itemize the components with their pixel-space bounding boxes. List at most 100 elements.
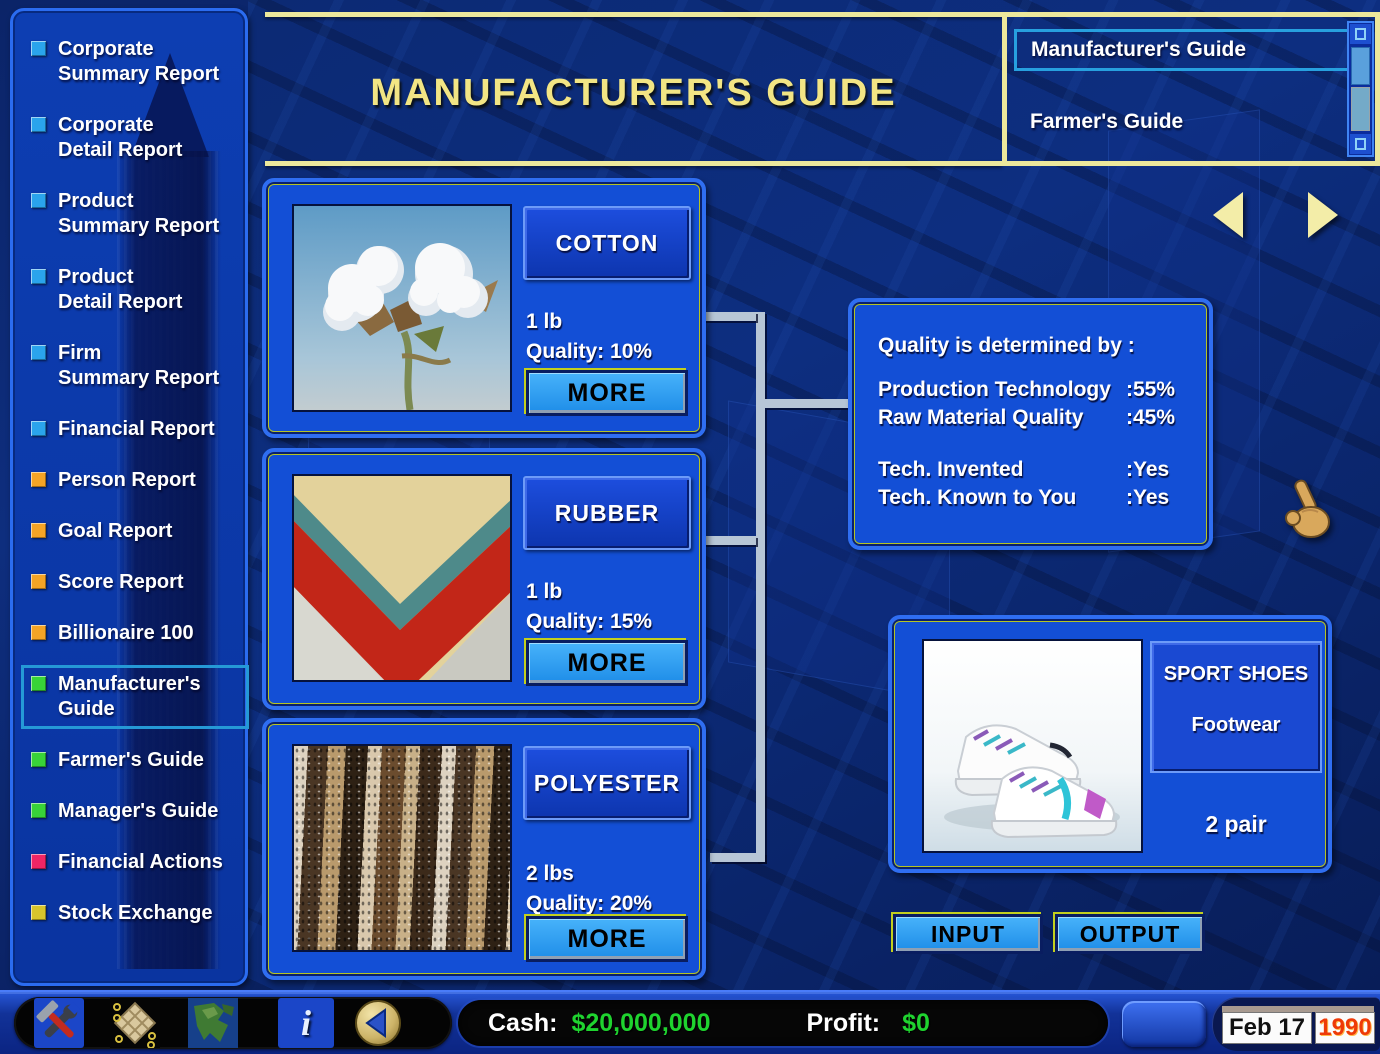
sidebar-item-manufacturers-guide-selected[interactable]: Manufacturer's Guide [21,665,249,729]
sidebar-item-farmers-guide[interactable]: Farmer's Guide [31,748,245,773]
more-button-label: MORE [568,379,647,408]
material-name-label: COTTON [556,230,659,257]
sidebar-item-person-report[interactable]: Person Report [31,468,245,493]
connector-quality-line [765,399,848,408]
product-panel-sport-shoes: SPORT SHOES Footwear 2 pair [888,615,1332,873]
connector-trunk-line [756,312,765,862]
previous-product-arrow-icon[interactable] [1213,192,1243,238]
profit-value: $0 [902,1009,930,1038]
more-button-label: MORE [568,925,647,954]
blank-button[interactable] [1122,1001,1206,1047]
sidebar-item-label: Stock Exchange [58,901,213,926]
quality-row-value: :Yes [1126,486,1190,514]
bullet-icon [31,905,46,920]
scrollbar-track-block[interactable] [1351,87,1370,131]
sidebar-item-label: Manufacturer's Guide [58,672,201,722]
material-quality: Quality: 15% [526,610,652,634]
connector-rubber-line [704,536,756,545]
sidebar-item-label: Product Summary Report [58,189,219,239]
scroll-down-button[interactable] [1350,134,1371,154]
bullet-icon [31,574,46,589]
sidebar-item-managers-guide[interactable]: Manager's Guide [31,799,245,824]
sidebar-item-label: Goal Report [58,519,172,544]
title-bottom-rule [265,161,1002,166]
bullet-icon [31,472,46,487]
sidebar-item-label: Financial Actions [58,850,223,875]
sport-shoes-photo [922,639,1143,853]
back-icon[interactable] [352,998,408,1048]
bullet-icon [31,676,46,691]
quality-row-production-technology: Production Technology :55% [878,378,1190,406]
guide-option-manufacturers-selected[interactable]: Manufacturer's Guide [1014,29,1350,71]
sidebar-item-goal-report[interactable]: Goal Report [31,519,245,544]
quality-row-label: Tech. Known to You [878,486,1126,514]
bullet-icon [31,803,46,818]
sidebar-item-product-summary-report[interactable]: Product Summary Report [31,189,245,239]
sidebar-item-label: Corporate Summary Report [58,37,219,87]
material-card-cotton: COTTON 1 lb Quality: 10% MORE [262,178,706,438]
sidebar-item-firm-summary-report[interactable]: Firm Summary Report [31,341,245,391]
sidebar-item-label: Product Detail Report [58,265,182,315]
date-display: Feb 17 1990 [1212,997,1380,1051]
product-name: SPORT SHOES [1152,663,1320,686]
guide-option-label: Manufacturer's Guide [1031,38,1246,61]
city-map-icon[interactable] [110,998,160,1048]
quality-row-tech-known: Tech. Known to You :Yes [878,486,1190,514]
material-name-button[interactable]: POLYESTER [523,746,691,820]
output-button[interactable]: OUTPUT [1055,914,1205,954]
sidebar-item-financial-report[interactable]: Financial Report [31,417,245,442]
quality-row-value: :Yes [1126,458,1190,486]
cash-label: Cash: [488,1009,557,1038]
product-category: Footwear [1152,714,1320,737]
output-button-label: OUTPUT [1080,921,1181,948]
bullet-icon [31,752,46,767]
sidebar-item-label: Corporate Detail Report [58,113,182,163]
sidebar-item-score-report[interactable]: Score Report [31,570,245,595]
sidebar-item-corporate-summary-report[interactable]: Corporate Summary Report [31,37,245,87]
scrollbar-thumb[interactable] [1351,47,1370,85]
sidebar-item-label: Farmer's Guide [58,748,204,773]
material-name-button[interactable]: COTTON [523,206,691,280]
sidebar-item-label: Financial Report [58,417,215,442]
material-quantity: 1 lb [526,310,562,334]
input-button[interactable]: INPUT [893,914,1043,954]
more-button[interactable]: MORE [526,640,688,686]
cotton-plant-photo [292,204,512,412]
sidebar-item-product-detail-report[interactable]: Product Detail Report [31,265,245,315]
info-icon[interactable]: i [278,998,334,1048]
sidebar-item-corporate-detail-report[interactable]: Corporate Detail Report [31,113,245,163]
bullet-icon [31,523,46,538]
quality-row-tech-invented: Tech. Invented :Yes [878,458,1190,486]
material-quantity: 1 lb [526,580,562,604]
more-button[interactable]: MORE [526,370,688,416]
build-tools-icon[interactable] [34,998,84,1048]
rubber-sheets-photo [292,474,512,682]
scroll-up-button[interactable] [1350,24,1371,44]
material-card-polyester: POLYESTER 2 lbs Quality: 20% MORE [262,718,706,980]
sidebar-item-financial-actions[interactable]: Financial Actions [31,850,245,875]
more-button[interactable]: MORE [526,916,688,962]
material-quality: Quality: 10% [526,340,652,364]
sidebar-item-billionaire-100[interactable]: Billionaire 100 [31,621,245,646]
manufacturers-guide-screen: Corporate Summary Report Corporate Detai… [0,0,1380,1054]
bullet-icon [31,854,46,869]
bullet-icon [31,41,46,56]
guide-scrollbar[interactable] [1347,21,1374,157]
quality-row-label: Production Technology [878,378,1126,406]
guide-option-farmers[interactable]: Farmer's Guide [1030,110,1183,134]
sidebar-item-label: Person Report [58,468,196,493]
product-name-box: SPORT SHOES Footwear [1150,641,1322,773]
more-button-label: MORE [568,649,647,678]
next-product-arrow-icon[interactable] [1308,192,1338,238]
connector-cotton-line [704,312,756,321]
bullet-icon [31,421,46,436]
status-bar: i Cash: $20,000,000 Profit: $0 Feb 17 19… [0,990,1380,1054]
polyester-fabric-photo [292,744,512,952]
sidebar-item-stock-exchange[interactable]: Stock Exchange [31,901,245,926]
quality-row-label: Raw Material Quality [878,406,1126,434]
product-amount: 2 pair [1150,811,1322,838]
cash-value: $20,000,000 [571,1009,710,1038]
world-map-icon[interactable] [188,998,238,1048]
quality-panel-rows: Production Technology :55% Raw Material … [878,378,1190,514]
material-name-button[interactable]: RUBBER [523,476,691,550]
